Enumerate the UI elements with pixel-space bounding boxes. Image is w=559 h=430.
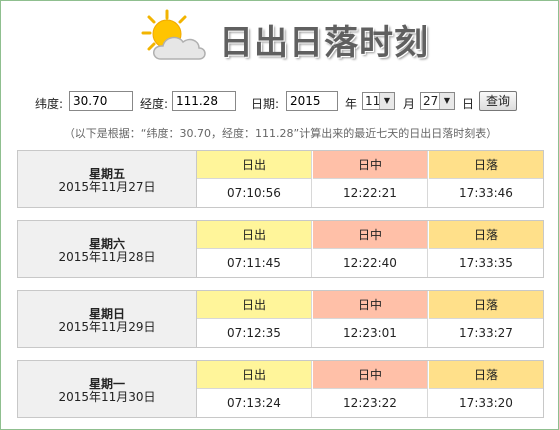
sunset-header: 日落: [429, 361, 543, 389]
noon-header: 日中: [313, 361, 428, 389]
day-table: 星期六 2015年11月28日 日出 日中 日落 07:11:45 12:22:…: [17, 220, 544, 278]
longitude-input[interactable]: [172, 91, 236, 111]
month-select-value: 11: [365, 94, 381, 108]
date-label: 2015年11月29日: [58, 320, 156, 334]
date-cell: 星期一 2015年11月30日: [18, 361, 197, 417]
chevron-down-icon: ▼: [379, 93, 394, 109]
calculation-note: （以下是根据：“纬度：30.70，经度：111.28”计算出来的最近七天的日出日…: [63, 127, 498, 140]
sunrise-header: 日出: [197, 361, 312, 389]
month-unit: 月: [403, 97, 416, 111]
day-table: 星期日 2015年11月29日 日出 日中 日落 07:12:35 12:23:…: [17, 290, 544, 348]
sunrise-time: 07:11:45: [197, 249, 312, 277]
sunset-time: 17:33:46: [429, 179, 543, 207]
date-cell: 星期日 2015年11月29日: [18, 291, 197, 347]
date-label: 日期:: [251, 97, 280, 111]
sunrise-time: 07:10:56: [197, 179, 312, 207]
sunrise-header: 日出: [197, 221, 312, 249]
sunset-header: 日落: [429, 291, 543, 319]
sunset-header: 日落: [429, 221, 543, 249]
query-form: 纬度: 经度: 日期: 年 11 ▼ 月 27 ▼ 日 查询: [1, 91, 559, 113]
query-button[interactable]: 查询: [479, 91, 518, 111]
page-frame: 日出日落时刻 纬度: 经度: 日期: 年 11 ▼ 月 27 ▼ 日 查询 （以…: [0, 0, 559, 430]
sunset-header: 日落: [429, 151, 543, 179]
day-table: 星期一 2015年11月30日 日出 日中 日落 07:13:24 12:23:…: [17, 360, 544, 418]
day-select-value: 27: [423, 94, 439, 108]
noon-header: 日中: [313, 221, 428, 249]
noon-time: 12:23:01: [313, 319, 428, 347]
partly-cloudy-sun-icon: [141, 9, 206, 60]
latitude-input[interactable]: [69, 91, 133, 111]
day-table: 星期五 2015年11月27日 日出 日中 日落 07:10:56 12:22:…: [17, 150, 544, 208]
page-title: 日出日落时刻: [219, 23, 429, 63]
date-label: 2015年11月27日: [58, 180, 156, 194]
sunset-time: 17:33:35: [429, 249, 543, 277]
sunrise-time: 07:13:24: [197, 389, 312, 417]
sunset-time: 17:33:20: [429, 389, 543, 417]
noon-time: 12:22:40: [313, 249, 428, 277]
latitude-label: 纬度:: [35, 97, 64, 111]
date-label: 2015年11月28日: [58, 250, 156, 264]
chevron-down-icon: ▼: [439, 93, 454, 109]
sunrise-time: 07:12:35: [197, 319, 312, 347]
date-cell: 星期六 2015年11月28日: [18, 221, 197, 277]
date-cell: 星期五 2015年11月27日: [18, 151, 197, 207]
date-label: 2015年11月30日: [58, 390, 156, 404]
sunrise-header: 日出: [197, 151, 312, 179]
sunrise-header: 日出: [197, 291, 312, 319]
sunset-time: 17:33:27: [429, 319, 543, 347]
noon-time: 12:22:21: [313, 179, 428, 207]
day-unit: 日: [462, 97, 475, 111]
noon-header: 日中: [313, 151, 428, 179]
month-select[interactable]: 11 ▼: [362, 92, 395, 110]
noon-header: 日中: [313, 291, 428, 319]
year-unit: 年: [345, 97, 358, 111]
noon-time: 12:23:22: [313, 389, 428, 417]
year-input[interactable]: [286, 91, 338, 111]
day-select[interactable]: 27 ▼: [420, 92, 455, 110]
longitude-label: 经度:: [140, 97, 169, 111]
